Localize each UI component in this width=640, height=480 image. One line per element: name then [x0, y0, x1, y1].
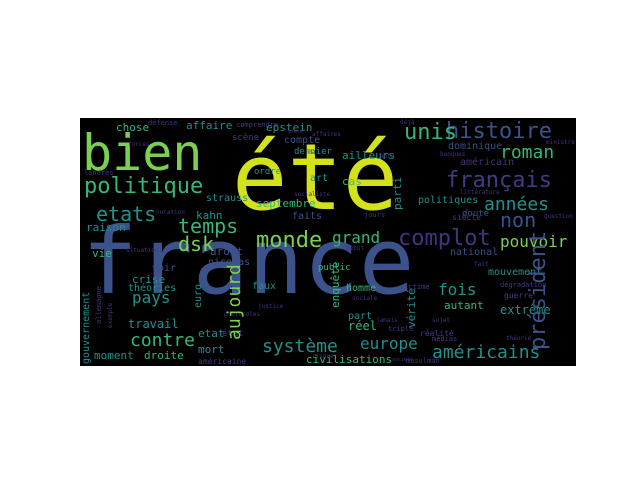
word-autant: autant — [444, 299, 484, 312]
word-etat: etat — [198, 327, 225, 340]
word-risque: risque — [312, 353, 334, 360]
word-raison: raison — [86, 221, 126, 234]
word-medias: médias — [432, 335, 458, 343]
word-sociale: sociale — [352, 295, 378, 302]
word-sujet: sujet — [432, 317, 451, 324]
word-fois: fois — [438, 280, 477, 299]
word-art: art — [310, 173, 329, 184]
word-socialiste: socialiste — [294, 191, 331, 198]
word-mal: mal — [308, 149, 319, 156]
word-jours: jours — [364, 211, 386, 219]
word-americains: américains — [432, 342, 541, 363]
word-situation: situation — [126, 247, 159, 254]
word-debut: début — [346, 245, 365, 252]
word-non: non — [500, 208, 537, 232]
word-septembre: septembre — [256, 197, 316, 210]
word-cas: cas — [342, 175, 362, 188]
word-question: question — [544, 213, 573, 220]
word-droite: droite — [144, 349, 184, 362]
word-part: part — [348, 311, 373, 322]
word-homme: homme — [346, 283, 377, 294]
word-verite: vérité — [405, 288, 418, 328]
word-national: national — [450, 247, 499, 258]
word-banques: banques — [440, 151, 466, 158]
word-ministre: ministre — [546, 139, 575, 146]
word-euro: euro — [193, 283, 204, 308]
word-president: président — [526, 230, 551, 350]
word-exemple: exemple — [107, 302, 114, 328]
word-societe: société — [392, 357, 414, 363]
word-grece: grèce — [288, 129, 304, 135]
word-ordre: ordre — [254, 167, 282, 177]
word-comprendre: comprendre — [236, 121, 279, 129]
word-cloud: france été bien histoire unis roman fran… — [80, 118, 576, 366]
word-londres: londres — [84, 169, 114, 177]
word-strauss: strauss — [206, 193, 249, 204]
word-defense: défense — [148, 119, 178, 127]
word-enquete: enquête — [329, 261, 342, 308]
word-moment: moment — [94, 349, 134, 362]
word-vie: vie — [92, 247, 112, 260]
word-politiques: politiques — [418, 195, 479, 206]
word-politique: politique — [84, 174, 204, 199]
word-allemagne: allemagne — [95, 286, 103, 324]
word-monde: monde — [256, 228, 323, 253]
word-jamais: jamais — [376, 317, 398, 324]
word-siecle: siècle — [452, 213, 481, 222]
word-grand: grand — [332, 228, 381, 247]
word-affaires: affaires — [312, 131, 341, 138]
word-travail: travail — [128, 317, 179, 331]
word-europe: europe — [360, 334, 418, 353]
word-parti: parti — [391, 176, 404, 210]
word-chose: chose — [116, 121, 150, 134]
word-forces: forces — [128, 141, 150, 148]
word-americaine: américaine — [198, 357, 247, 366]
word-americain: américain — [460, 157, 515, 168]
word-scene: scène — [232, 133, 260, 143]
word-notation: notation — [156, 209, 185, 216]
word-mort: mort — [198, 343, 225, 356]
word-gouvernement: gouvernement — [81, 291, 92, 364]
word-voir: voir — [152, 263, 177, 274]
word-justice: justice — [258, 303, 284, 310]
word-contre: contre — [130, 330, 196, 351]
word-crise: crise — [132, 273, 166, 286]
word-faits: faits — [292, 211, 323, 222]
word-aujourd: aujourd — [224, 264, 245, 340]
word-note: note — [380, 153, 395, 160]
word-litterature: littérature — [460, 189, 500, 196]
word-droit: droit — [210, 245, 244, 258]
word-deja: déjà — [400, 119, 415, 126]
word-dsk: dsk — [178, 232, 215, 256]
word-histoire: histoire — [446, 119, 552, 144]
word-fait: fait — [474, 261, 489, 268]
word-kahn: kahn — [196, 209, 223, 222]
word-affaire: affaire — [186, 119, 233, 132]
word-faux: faux — [252, 281, 277, 292]
